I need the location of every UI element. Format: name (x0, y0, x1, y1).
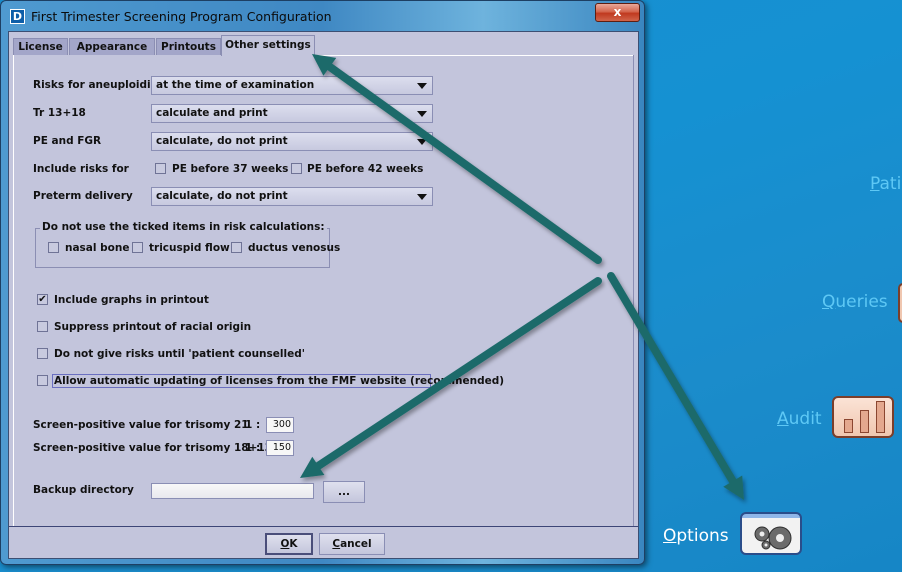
dialog-client: License Appearance Printouts Other setti… (8, 31, 639, 559)
cancel-rest: ancel (340, 538, 372, 550)
t18-13-cutoff-label: Screen-positive value for trisomy 18+13 (33, 442, 272, 454)
pe-fgr-select[interactable]: calculate, do not print (151, 132, 433, 151)
risks-aneuploidies-label: Risks for aneuploidies (33, 79, 165, 91)
tr-13-18-select[interactable]: calculate and print (151, 104, 433, 123)
browse-button[interactable]: ... (323, 481, 365, 503)
ok-button[interactable]: OK (265, 533, 313, 555)
audit-link-accel: A (777, 409, 789, 429)
config-dialog: D First Trimester Screening Program Conf… (0, 0, 645, 565)
audit-icon-bar (844, 419, 853, 433)
pe-fgr-label: PE and FGR (33, 135, 102, 147)
tab-license[interactable]: License (13, 38, 68, 55)
audit-icon-bar (860, 410, 869, 433)
pe-37-weeks-checkbox[interactable] (155, 163, 166, 174)
nasal-bone-checkbox[interactable] (48, 242, 59, 253)
dropdown-arrow-icon (417, 83, 427, 89)
tab-other-settings[interactable]: Other settings (221, 35, 315, 56)
ok-rest: K (289, 538, 298, 550)
pe-fgr-value: calculate, do not print (156, 135, 288, 147)
dropdown-arrow-icon (417, 111, 427, 117)
queries-link-rest: ueries (835, 292, 888, 312)
queries-link[interactable]: Queries (822, 292, 888, 312)
dropdown-arrow-icon (417, 139, 427, 145)
tr-13-18-label: Tr 13+18 (33, 107, 86, 119)
options-link[interactable]: Options (663, 526, 729, 546)
patient-counselled-label: Do not give risks until 'patient counsel… (54, 348, 305, 360)
button-bar-divider (9, 526, 638, 527)
dialog-title: First Trimester Screening Program Config… (31, 9, 332, 24)
t21-cutoff-label: Screen-positive value for trisomy 21 (33, 419, 249, 431)
t18-13-cutoff-input[interactable]: 150 (266, 440, 294, 456)
arrow-options-button-head (723, 475, 744, 500)
cancel-accel: C (332, 538, 341, 550)
tr-13-18-value: calculate and print (156, 107, 268, 119)
audit-chart-icon[interactable] (832, 396, 894, 438)
queries-icon[interactable] (898, 283, 902, 323)
other-settings-panel (13, 55, 634, 526)
include-risks-label: Include risks for (33, 163, 129, 175)
nasal-bone-label: nasal bone (65, 242, 130, 254)
tricuspid-flow-checkbox[interactable] (132, 242, 143, 253)
t21-cutoff-input[interactable]: 300 (266, 417, 294, 433)
tricuspid-flow-label: tricuspid flow (149, 242, 230, 254)
risks-aneuploidies-value: at the time of examination (156, 79, 315, 91)
auto-update-licenses-label: Allow automatic updating of licenses fro… (54, 375, 505, 387)
risks-aneuploidies-select[interactable]: at the time of examination (151, 76, 433, 95)
t18-13-ratio-prefix: 1 : (245, 442, 261, 454)
preterm-delivery-select[interactable]: calculate, do not print (151, 187, 433, 206)
app-logo-icon: D (10, 9, 25, 24)
t21-ratio-prefix: 1 : (245, 419, 261, 431)
tab-printouts[interactable]: Printouts (156, 38, 221, 55)
pe-37-weeks-label: PE before 37 weeks (172, 163, 289, 175)
audit-link-rest: udit (788, 409, 822, 429)
suppress-racial-origin-checkbox[interactable] (37, 321, 48, 332)
options-link-rest: ptions (676, 526, 729, 546)
preterm-delivery-label: Preterm delivery (33, 190, 133, 202)
patients-link[interactable]: Pati (870, 174, 901, 194)
cancel-button[interactable]: Cancel (319, 533, 385, 555)
queries-link-accel: Q (822, 292, 836, 312)
include-graphs-checkbox[interactable]: ✔ (37, 294, 48, 305)
tab-appearance[interactable]: Appearance (69, 38, 155, 55)
patient-counselled-checkbox[interactable] (37, 348, 48, 359)
title-bar[interactable]: D First Trimester Screening Program Conf… (1, 1, 644, 31)
audit-link[interactable]: Audit (777, 409, 822, 429)
include-graphs-label: Include graphs in printout (54, 294, 209, 306)
pe-42-weeks-label: PE before 42 weeks (307, 163, 424, 175)
pe-42-weeks-checkbox[interactable] (291, 163, 302, 174)
close-button[interactable]: x (595, 3, 640, 22)
exclusion-group-title: Do not use the ticked items in risk calc… (40, 221, 327, 233)
suppress-racial-origin-label: Suppress printout of racial origin (54, 321, 252, 333)
preterm-delivery-value: calculate, do not print (156, 190, 288, 202)
patients-link-rest: ati (879, 174, 902, 194)
backup-directory-input[interactable] (151, 483, 314, 499)
options-gears-icon[interactable] (740, 512, 802, 555)
ductus-venosus-label: ductus venosus (248, 242, 341, 254)
gears-icon (754, 526, 792, 550)
dropdown-arrow-icon (417, 194, 427, 200)
patients-link-accel: P (870, 174, 880, 194)
ductus-venosus-checkbox[interactable] (231, 242, 242, 253)
audit-icon-bar (876, 401, 885, 433)
options-link-accel: O (663, 526, 677, 546)
auto-update-licenses-checkbox[interactable] (37, 375, 48, 386)
backup-directory-label: Backup directory (33, 484, 134, 496)
